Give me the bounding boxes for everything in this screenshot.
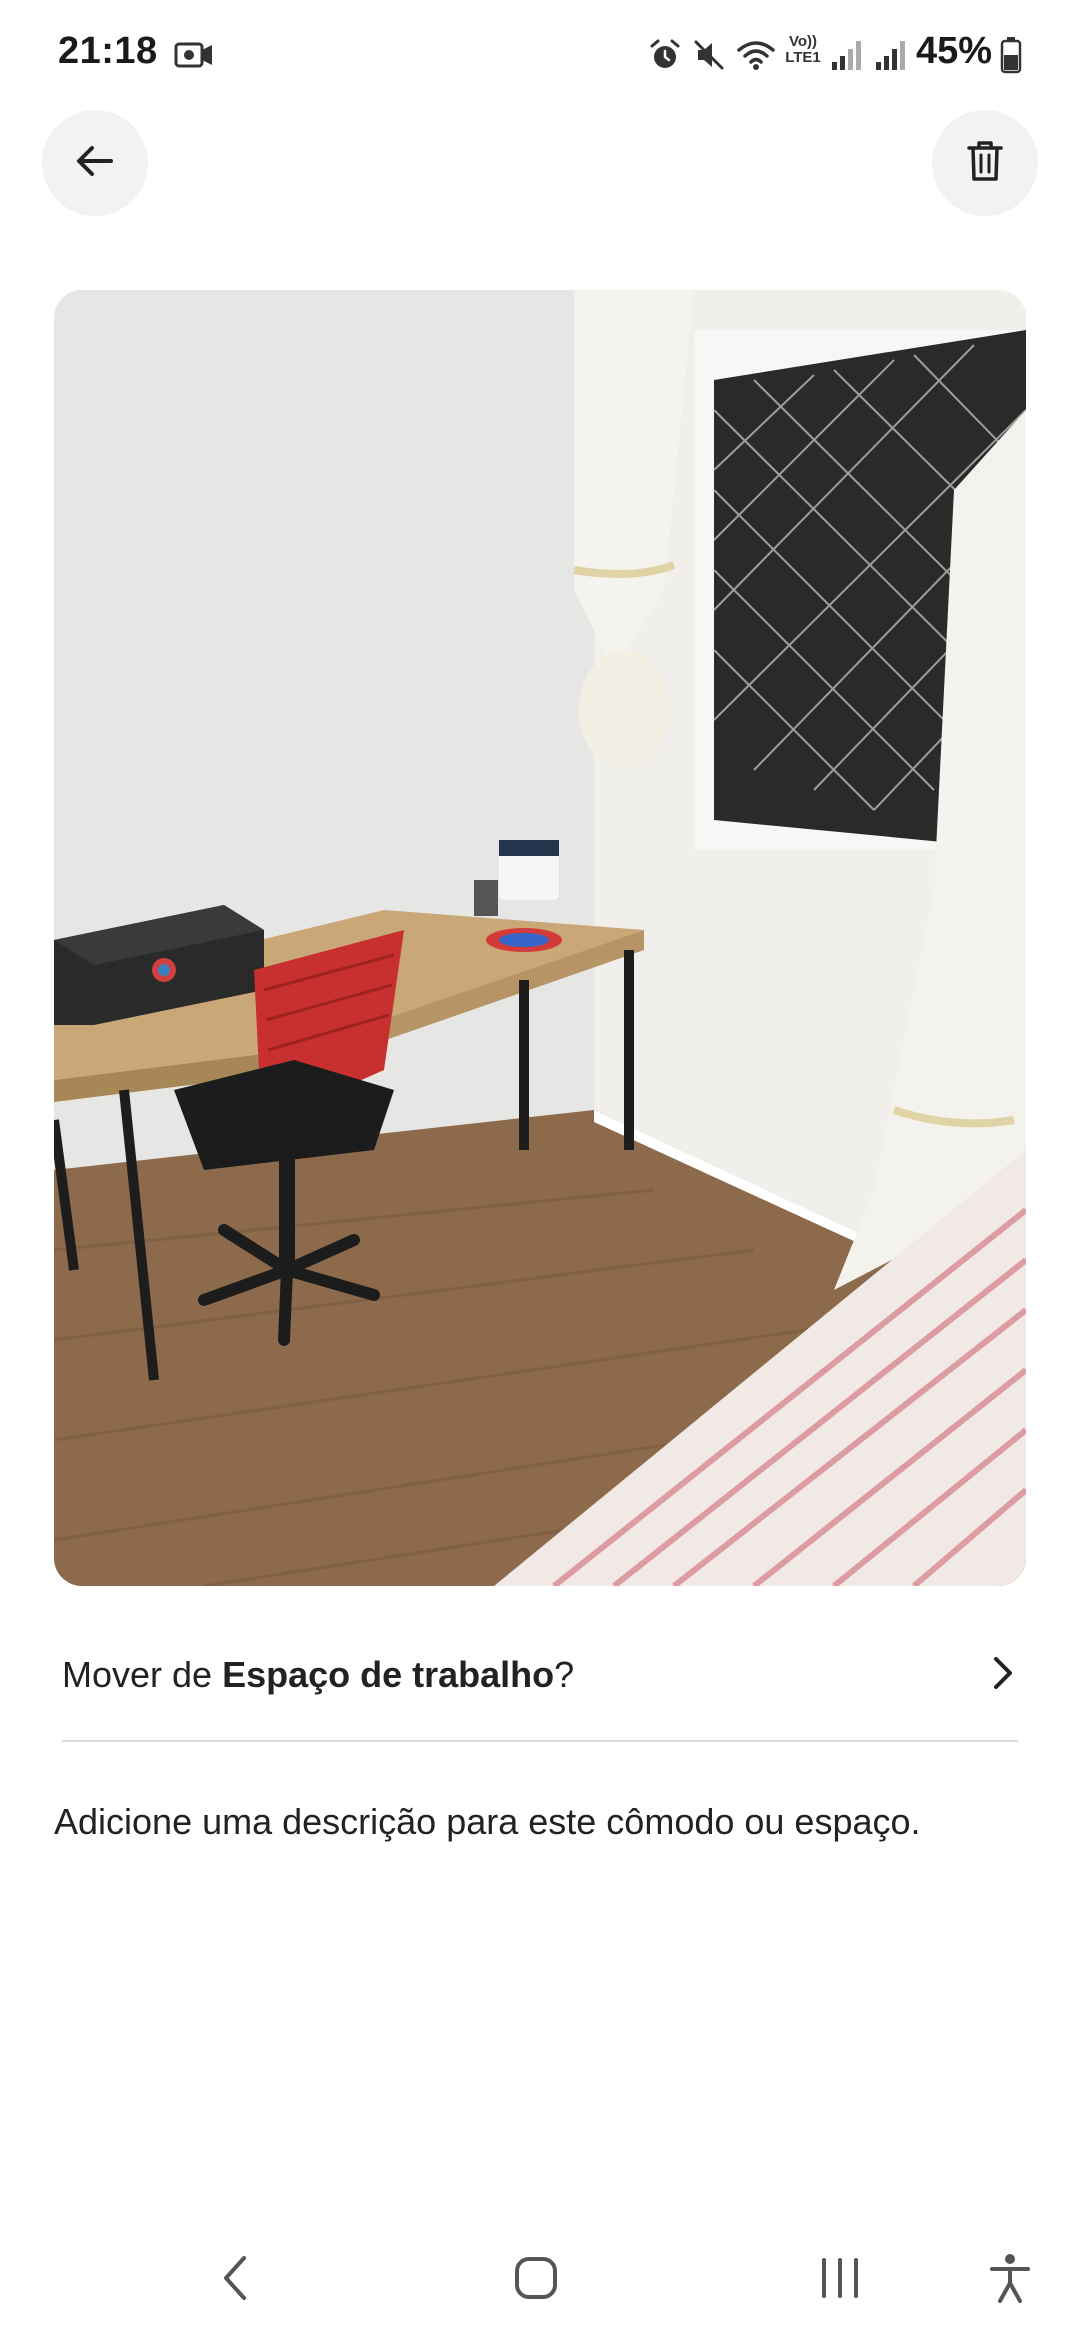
move-space-name: Espaço de trabalho bbox=[222, 1654, 555, 1695]
wifi-icon bbox=[736, 38, 776, 77]
navigation-bar bbox=[0, 2220, 1080, 2340]
delete-button[interactable] bbox=[932, 110, 1038, 216]
home-nav-icon bbox=[513, 2255, 559, 2306]
description-field[interactable]: Adicione uma descrição para este cômodo … bbox=[54, 1792, 1024, 1852]
accessibility-icon bbox=[988, 2253, 1032, 2308]
battery-percent: 45% bbox=[915, 30, 992, 72]
move-prefix: Mover de bbox=[62, 1654, 223, 1695]
back-nav-button[interactable] bbox=[196, 2240, 276, 2320]
recents-nav-icon bbox=[818, 2256, 862, 2305]
signal-icon bbox=[830, 38, 862, 77]
alarm-icon bbox=[648, 38, 682, 77]
workspace-room-photo[interactable] bbox=[54, 290, 1026, 1586]
volte-top-label: Vo)) bbox=[788, 33, 818, 50]
volte-icon: Vo)) LTE1 bbox=[782, 34, 824, 66]
divider bbox=[62, 1740, 1018, 1742]
accessibility-button[interactable] bbox=[970, 2240, 1050, 2320]
volte-bottom-label: LTE1 bbox=[785, 49, 821, 66]
status-time: 21:18 bbox=[58, 30, 158, 72]
trash-icon bbox=[965, 139, 1005, 188]
back-button[interactable] bbox=[42, 110, 148, 216]
arrow-left-icon bbox=[73, 139, 117, 188]
battery-icon bbox=[1000, 36, 1022, 79]
home-nav-button[interactable] bbox=[496, 2240, 576, 2320]
mute-icon bbox=[692, 38, 726, 77]
recents-nav-button[interactable] bbox=[800, 2240, 880, 2320]
screen-record-icon bbox=[174, 40, 214, 75]
move-suffix: ? bbox=[554, 1654, 575, 1695]
move-space-row[interactable]: Mover de Espaço de trabalho? bbox=[62, 1632, 1018, 1718]
move-space-label: Mover de Espaço de trabalho? bbox=[62, 1654, 574, 1696]
back-nav-icon bbox=[218, 2254, 254, 2307]
signal-icon bbox=[874, 38, 906, 77]
chevron-right-icon bbox=[988, 1653, 1018, 1698]
status-bar: 21:18 Vo)) LTE1 45% bbox=[0, 0, 1080, 110]
